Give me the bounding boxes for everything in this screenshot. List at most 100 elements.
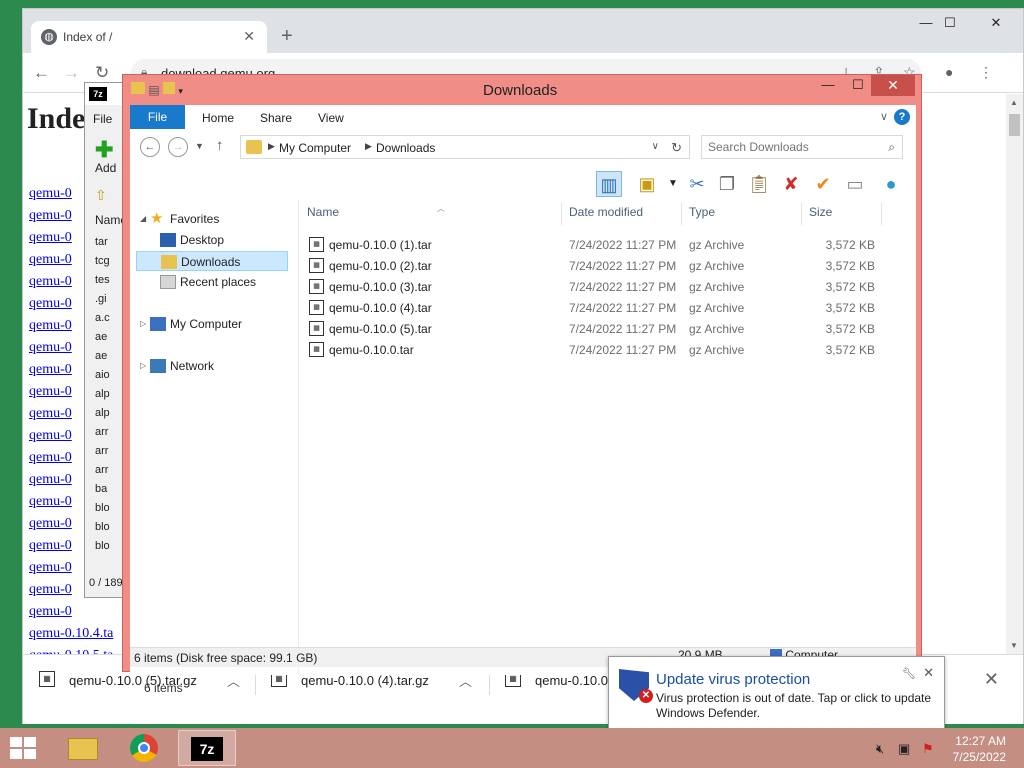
sevenzip-list-item[interactable]: arr <box>95 445 108 457</box>
breadcrumb-my-computer[interactable]: My Computer <box>279 141 351 155</box>
file-link[interactable]: qemu-0 <box>29 538 72 554</box>
expand-caret-icon[interactable]: ▷ <box>140 356 146 376</box>
recent-locations-icon[interactable]: ▼ <box>195 141 204 151</box>
address-bar[interactable]: ▶ My Computer ▶ Downloads ∨ ↻ <box>240 135 690 159</box>
close-icon[interactable]: ✕ <box>923 665 934 681</box>
browser-tab[interactable]: ◍ Index of / ✕ <box>31 21 267 53</box>
sevenzip-list-item[interactable]: blo <box>95 540 110 552</box>
defender-notification[interactable]: ✕ Update virus protection Virus protecti… <box>608 656 945 731</box>
sevenzip-list-item[interactable]: blo <box>95 502 110 514</box>
back-icon[interactable]: ← <box>140 137 160 157</box>
file-link[interactable]: qemu-0 <box>29 384 72 400</box>
sevenzip-list-item[interactable]: tar <box>95 236 108 248</box>
folder-options-icon[interactable]: ▣ <box>634 171 660 197</box>
speaker-muted-icon[interactable]: 🔇︎ <box>876 741 884 757</box>
help-icon[interactable]: ? <box>894 109 910 125</box>
new-tab-button[interactable]: + <box>281 25 293 48</box>
forward-icon[interactable]: → <box>168 137 188 157</box>
file-link[interactable]: qemu-0 <box>29 604 72 620</box>
file-link[interactable]: qemu-0 <box>29 296 72 312</box>
tab-file[interactable]: File <box>130 105 185 129</box>
settings-wrench-icon[interactable]: 🔧︎ <box>902 667 916 680</box>
sevenzip-list-item[interactable]: blo <box>95 521 110 533</box>
file-row[interactable]: ▦ qemu-0.10.0 (2).tar 7/24/2022 11:27 PM gz… <box>309 256 909 277</box>
file-link[interactable]: qemu-0 <box>29 428 72 444</box>
sevenzip-list-item[interactable]: ae <box>95 350 107 362</box>
expand-caret-icon[interactable]: ◢ <box>140 209 146 229</box>
preview-pane-icon[interactable]: ▥ <box>596 171 622 197</box>
nav-item-my-computer[interactable]: ▷ My Computer <box>136 314 288 334</box>
chevron-down-icon[interactable]: ∨ <box>880 110 888 123</box>
new-folder-icon[interactable] <box>163 82 176 94</box>
expand-caret-icon[interactable]: ▷ <box>140 314 146 334</box>
chrome-close-button[interactable]: ✕ <box>981 15 1011 31</box>
taskbar-7zip[interactable]: 7z <box>178 730 236 766</box>
breadcrumb-downloads[interactable]: Downloads <box>376 141 435 155</box>
taskbar-file-explorer[interactable] <box>54 730 112 766</box>
sevenzip-list-item[interactable]: arr <box>95 464 108 476</box>
file-link[interactable]: qemu-0 <box>29 560 72 576</box>
sevenzip-list-item[interactable]: alp <box>95 407 110 419</box>
file-row[interactable]: ▦ qemu-0.10.0.tar 7/24/2022 11:27 PM gz Arc… <box>309 340 909 361</box>
profile-avatar-icon[interactable]: ● <box>945 64 953 80</box>
divider[interactable] <box>681 203 682 225</box>
column-header-date[interactable]: Date modified <box>569 205 643 227</box>
chevron-right-icon[interactable]: ▶ <box>268 141 275 152</box>
sevenzip-list-item[interactable]: a.c <box>95 312 110 324</box>
sevenzip-list-item[interactable]: aio <box>95 369 110 381</box>
file-link[interactable]: qemu-0 <box>29 208 72 224</box>
tab-share[interactable]: Share <box>260 111 292 125</box>
close-download-shelf-icon[interactable]: ✕ <box>984 669 999 690</box>
explorer-maximize-button[interactable]: ☐ <box>843 75 873 95</box>
column-header-name[interactable]: ︿ Name <box>307 204 445 227</box>
sevenzip-list-item[interactable]: ae <box>95 331 107 343</box>
quick-access-toolbar[interactable]: ▤ ▾ <box>131 82 183 97</box>
refresh-icon[interactable]: ↻ <box>671 140 682 156</box>
sevenzip-list-item[interactable]: ba <box>95 483 107 495</box>
sevenzip-menu-file[interactable]: File <box>93 112 112 126</box>
sevenzip-list-item[interactable]: alp <box>95 388 110 400</box>
nav-item-network[interactable]: ▷ Network <box>136 356 288 376</box>
sevenzip-add-label[interactable]: Add <box>95 161 116 175</box>
sevenzip-list-item[interactable]: tes <box>95 274 110 286</box>
add-icon[interactable]: ✚ <box>95 137 113 163</box>
chevron-down-icon[interactable]: ∨ <box>652 141 659 152</box>
chrome-maximize-button[interactable]: ☐ <box>935 15 965 31</box>
page-scrollbar[interactable]: ▲ ▼ <box>1006 94 1023 654</box>
file-row[interactable]: ▦ qemu-0.10.0 (3).tar 7/24/2022 11:27 PM gz… <box>309 277 909 298</box>
nav-item-favorites[interactable]: ◢ ★ Favorites <box>136 209 288 229</box>
file-link[interactable]: qemu-0 <box>29 252 72 268</box>
explorer-close-button[interactable]: ✕ <box>871 75 915 96</box>
explorer-minimize-button[interactable]: — <box>813 75 843 95</box>
sevenzip-list-item[interactable]: arr <box>95 426 108 438</box>
clock[interactable]: 12:27 AM 7/25/2022 <box>953 733 1006 765</box>
copy-icon[interactable]: ❐ <box>714 171 740 197</box>
file-row[interactable]: ▦ qemu-0.10.0 (4).tar 7/24/2022 11:27 PM gz… <box>309 298 909 319</box>
file-link[interactable]: qemu-0 <box>29 362 72 378</box>
delete-icon[interactable]: ✘ <box>778 171 804 197</box>
file-row[interactable]: ▦ qemu-0.10.0 (1).tar 7/24/2022 11:27 PM gz… <box>309 235 909 256</box>
tab-home[interactable]: Home <box>202 111 234 125</box>
shell-icon[interactable]: ● <box>878 171 904 197</box>
file-row[interactable]: ▦ qemu-0.10.0 (5).tar 7/24/2022 11:27 PM gz… <box>309 319 909 340</box>
tab-view[interactable]: View <box>318 111 344 125</box>
divider[interactable] <box>801 203 802 225</box>
file-link[interactable]: qemu-0 <box>29 472 72 488</box>
column-header-type[interactable]: Type <box>689 205 715 227</box>
file-link[interactable]: qemu-0.10.4.ta <box>29 626 113 642</box>
file-link[interactable]: qemu-0 <box>29 516 72 532</box>
scroll-thumb[interactable] <box>1009 114 1020 136</box>
sevenzip-list-item[interactable]: .gi <box>95 293 107 305</box>
scroll-up-icon[interactable]: ▲ <box>1010 98 1018 107</box>
chrome-menu-icon[interactable]: ⋮ <box>979 64 993 81</box>
check-icon[interactable]: ✔ <box>810 171 836 197</box>
file-link[interactable]: qemu-0 <box>29 494 72 510</box>
reload-icon[interactable]: ↻ <box>95 63 109 83</box>
divider[interactable] <box>881 203 882 225</box>
nav-item-desktop[interactable]: Desktop <box>136 230 288 250</box>
up-icon[interactable]: ↑ <box>216 137 224 154</box>
scroll-down-icon[interactable]: ▼ <box>1010 641 1018 650</box>
up-folder-icon[interactable]: ⇧ <box>95 187 107 204</box>
sevenzip-list-item[interactable]: tcg <box>95 255 110 267</box>
nav-item-downloads[interactable]: Downloads <box>136 251 288 271</box>
